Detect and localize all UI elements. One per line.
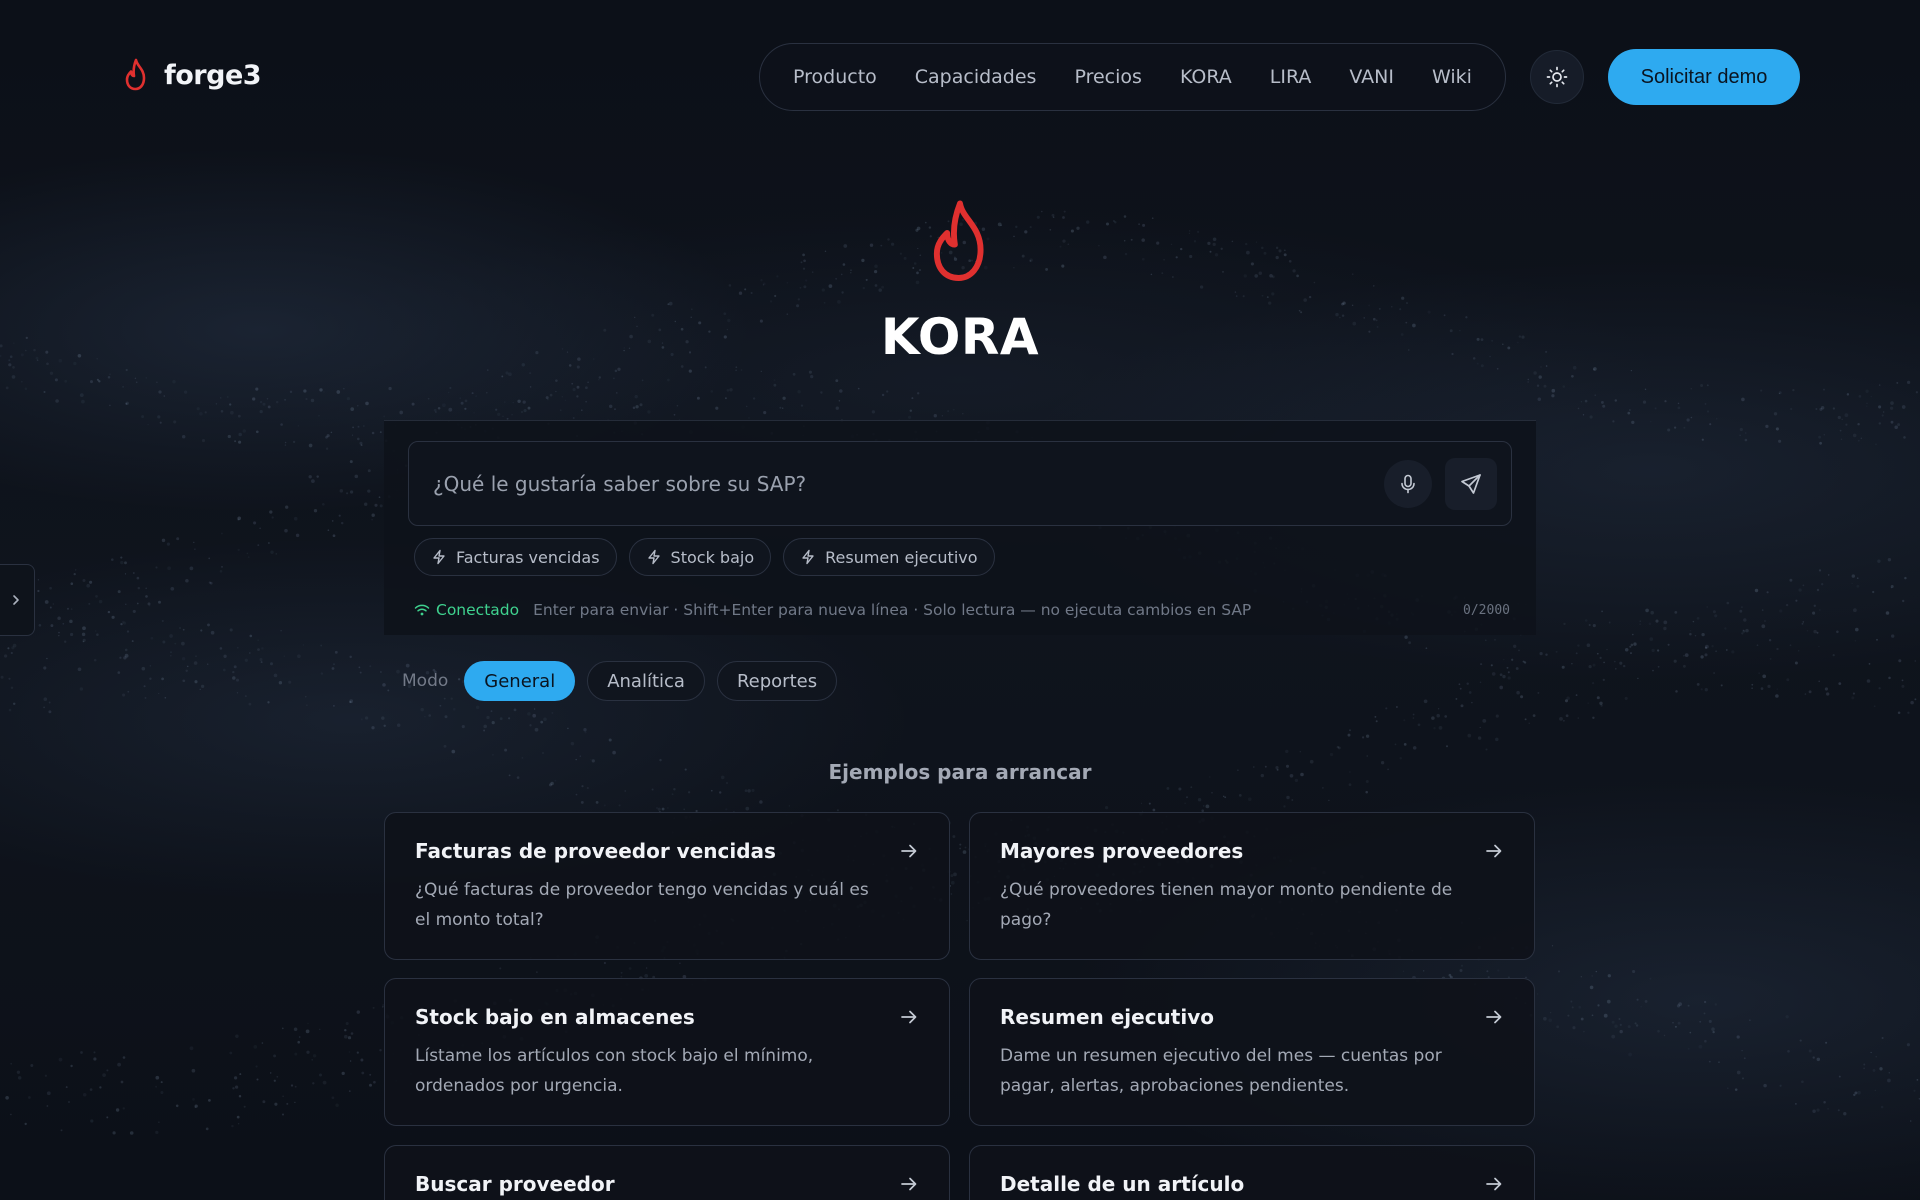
chip-label: Stock bajo	[670, 547, 755, 567]
brand-name: forge3	[164, 59, 262, 91]
card-description: ¿Qué proveedores tienen mayor monto pend…	[1000, 880, 1453, 930]
chip-label: Resumen ejecutivo	[825, 547, 978, 567]
request-demo-button[interactable]: Solicitar demo	[1608, 49, 1800, 105]
chat-status-bar: Conectado Enter para enviar · Shift+Ente…	[414, 599, 1514, 621]
brand-logo[interactable]: forge3	[122, 58, 262, 92]
quick-prompt-resumen-ejecutivo[interactable]: Resumen ejecutivo	[783, 538, 995, 576]
microphone-icon	[1401, 474, 1415, 494]
nav-item-precios[interactable]: Precios	[1074, 66, 1141, 88]
lightning-icon	[802, 549, 814, 565]
arrow-right-icon	[901, 1177, 917, 1191]
nav-item-capacidades[interactable]: Capacidades	[915, 66, 1037, 88]
quick-prompt-facturas-vencidas[interactable]: Facturas vencidas	[414, 538, 617, 576]
nav-item-producto[interactable]: Producto	[793, 66, 877, 88]
quick-prompt-stock-bajo[interactable]: Stock bajo	[628, 538, 772, 576]
flame-icon	[933, 200, 984, 281]
card-title: Stock bajo en almacenes	[415, 1005, 695, 1029]
connection-status: Conectado	[414, 601, 519, 619]
tab-analitica[interactable]: Analítica	[587, 661, 705, 701]
example-card-proveedores[interactable]: Mayores proveedores ¿Qué proveedores tie…	[969, 812, 1535, 960]
quick-prompts: Facturas vencidas Stock bajo Resumen eje…	[414, 538, 995, 576]
card-title: Facturas de proveedor vencidas	[415, 839, 776, 863]
card-description: Dame un resumen ejecutivo del mes — cuen…	[1000, 1046, 1442, 1096]
main-nav: Producto Capacidades Precios KORA LIRA V…	[759, 43, 1506, 111]
example-card-resumen[interactable]: Resumen ejecutivo Dame un resumen ejecut…	[969, 978, 1535, 1126]
voice-input-button[interactable]	[1384, 460, 1432, 508]
arrow-right-icon	[1486, 1177, 1502, 1191]
arrow-right-icon	[901, 1010, 917, 1024]
wifi-icon	[414, 604, 430, 616]
send-button[interactable]	[1445, 458, 1497, 510]
card-description: Lístame los artículos con stock bajo el …	[415, 1046, 814, 1096]
mode-label: Modo	[402, 671, 449, 691]
mode-selector: Modo General Analítica Reportes	[402, 661, 838, 701]
lightning-icon	[647, 549, 660, 565]
card-title: Resumen ejecutivo	[1000, 1005, 1214, 1029]
example-card-stock[interactable]: Stock bajo en almacenes Lístame los artí…	[384, 978, 950, 1126]
card-title: Detalle de un artículo	[1000, 1172, 1245, 1196]
input-hint: Enter para enviar · Shift+Enter para nue…	[533, 601, 1252, 619]
tab-general[interactable]: General	[464, 661, 576, 701]
page-title: KORA	[880, 308, 1040, 366]
chip-label: Facturas vencidas	[456, 547, 600, 567]
chat-input[interactable]	[433, 442, 1333, 525]
examples-heading: Ejemplos para arrancar	[828, 760, 1092, 784]
card-title: Buscar proveedor	[415, 1172, 615, 1196]
chevron-right-icon	[13, 595, 19, 605]
theme-toggle-button[interactable]	[1530, 50, 1584, 104]
example-card-detalle-articulo[interactable]: Detalle de un artículo	[969, 1145, 1535, 1200]
sidebar-toggle[interactable]	[0, 564, 35, 636]
flame-icon	[125, 58, 146, 91]
sun-icon	[1546, 66, 1568, 88]
nav-item-lira[interactable]: LIRA	[1270, 66, 1312, 88]
connection-label: Conectado	[436, 601, 520, 619]
send-icon	[1461, 474, 1481, 494]
example-card-facturas[interactable]: Facturas de proveedor vencidas ¿Qué fact…	[384, 812, 950, 960]
card-description: ¿Qué facturas de proveedor tengo vencida…	[415, 880, 869, 930]
nav-item-wiki[interactable]: Wiki	[1432, 66, 1472, 88]
character-counter: 0/2000	[1463, 602, 1510, 618]
top-header: forge3 Producto Capacidades Precios KORA…	[0, 40, 1920, 112]
tab-reportes[interactable]: Reportes	[716, 661, 838, 701]
lightning-icon	[433, 549, 445, 565]
example-card-buscar-proveedor[interactable]: Buscar proveedor	[384, 1145, 950, 1200]
kora-logo	[924, 198, 996, 290]
card-title: Mayores proveedores	[1000, 839, 1244, 863]
arrow-right-icon	[1486, 844, 1502, 858]
chat-input-box	[408, 441, 1512, 526]
arrow-right-icon	[901, 844, 917, 858]
nav-item-vani[interactable]: VANI	[1349, 66, 1394, 88]
chat-panel: Facturas vencidas Stock bajo Resumen eje…	[384, 420, 1536, 635]
nav-item-kora[interactable]: KORA	[1180, 66, 1232, 88]
arrow-right-icon	[1486, 1010, 1502, 1024]
